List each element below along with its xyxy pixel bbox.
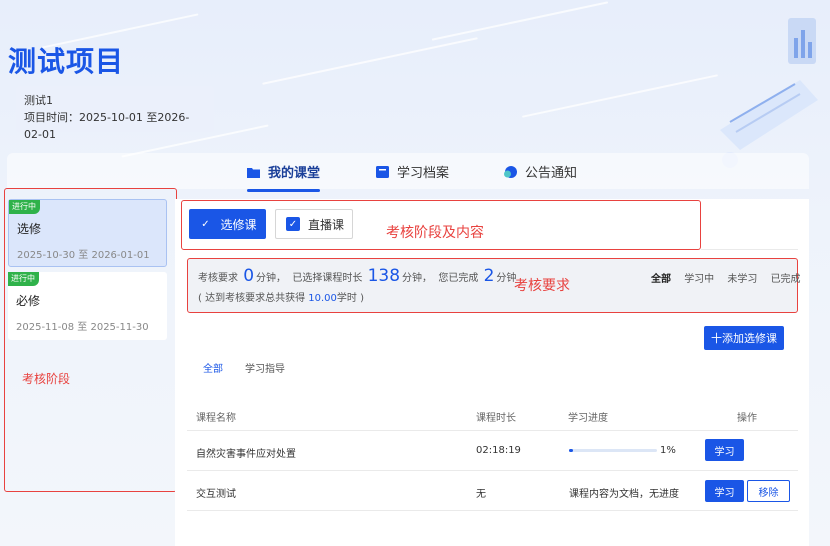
table-divider — [187, 470, 798, 471]
remove-button[interactable]: 移除 — [747, 480, 790, 502]
progress-text: 1% — [660, 445, 676, 456]
elective-course-button[interactable]: ✓ 选修课 — [189, 209, 266, 239]
project-time: 项目时间：2025-10-01 至2026-02-01 — [24, 111, 190, 141]
live-course-button[interactable]: ✓ 直播课 — [275, 209, 353, 239]
tab-learning-archive[interactable]: 学习档案 — [376, 162, 449, 181]
required-minutes: 0 — [243, 266, 255, 286]
annotation-stage-content: 考核阶段及内容 — [386, 225, 484, 241]
col-header-name: 课程名称 — [196, 413, 236, 424]
status-badge: 进行中 — [9, 200, 40, 214]
status-filter: 全部 学习中 未学习 已完成 — [651, 270, 811, 285]
col-header-duration: 课程时长 — [476, 413, 516, 424]
filter-learning[interactable]: 学习中 — [684, 274, 714, 285]
folder-icon — [247, 167, 260, 178]
stage-card-required[interactable]: 进行中 必修 2025-11-08 至 2025-11-30 — [8, 272, 167, 340]
decoration-illustration — [720, 18, 818, 168]
progress-bar — [569, 449, 657, 452]
annotation-requirement: 考核要求 — [514, 278, 570, 294]
tab-my-classroom[interactable]: 我的课堂 — [247, 162, 321, 192]
project-info: 测试1 项目时间：2025-10-01 至2026-02-01 — [16, 86, 214, 141]
project-name: 测试1 — [24, 94, 53, 107]
course-duration: 无 — [476, 489, 486, 500]
status-badge: 进行中 — [8, 272, 39, 286]
sub-tab-all[interactable]: 全部 — [203, 360, 223, 375]
add-elective-button[interactable]: 十添加选修课 — [704, 326, 784, 350]
stage-dates: 2025-11-08 至 2025-11-30 — [16, 322, 149, 333]
course-duration: 02:18:19 — [476, 445, 521, 456]
table-divider — [187, 510, 798, 511]
filter-completed[interactable]: 已完成 — [771, 274, 801, 285]
selected-minutes: 138 — [367, 266, 401, 286]
requirement-summary: 考核要求 0 分钟， 已选择课程时长 138 分钟， 您已完成 2 分钟 — [198, 266, 517, 286]
checkbox-checked-icon: ✓ — [286, 217, 300, 231]
stage-name: 选修 — [17, 222, 42, 236]
progress-text: 课程内容为文档，无进度 — [569, 489, 679, 500]
filter-not-started[interactable]: 未学习 — [727, 274, 757, 285]
stage-dates: 2025-10-30 至 2026-01-01 — [17, 250, 150, 261]
tab-announcements[interactable]: 公告通知 — [504, 162, 577, 181]
chat-bubble-icon — [504, 165, 517, 178]
stage-card-elective[interactable]: 进行中 选修 2025-10-30 至 2026-01-01 — [8, 199, 167, 267]
col-header-actions: 操作 — [737, 413, 757, 424]
col-header-progress: 学习进度 — [568, 413, 608, 424]
study-button[interactable]: 学习 — [705, 480, 744, 502]
annotation-stage: 考核阶段 — [22, 372, 71, 386]
divider — [701, 249, 798, 250]
page-title: 测试项目 — [8, 45, 125, 78]
course-name: 自然灾害事件应对处置 — [196, 449, 296, 460]
sub-tab-guide[interactable]: 学习指导 — [245, 360, 285, 375]
course-name: 交互测试 — [196, 489, 236, 500]
filter-all[interactable]: 全部 — [651, 274, 671, 285]
study-button[interactable]: 学习 — [705, 439, 744, 461]
table-divider — [187, 430, 798, 431]
archive-icon — [376, 165, 389, 178]
check-icon: ✓ — [201, 218, 210, 230]
stage-name: 必修 — [16, 294, 41, 308]
completed-minutes: 2 — [483, 266, 495, 286]
requirement-note: ( 达到考核要求总共获得 10.00学时 ) — [198, 293, 365, 304]
